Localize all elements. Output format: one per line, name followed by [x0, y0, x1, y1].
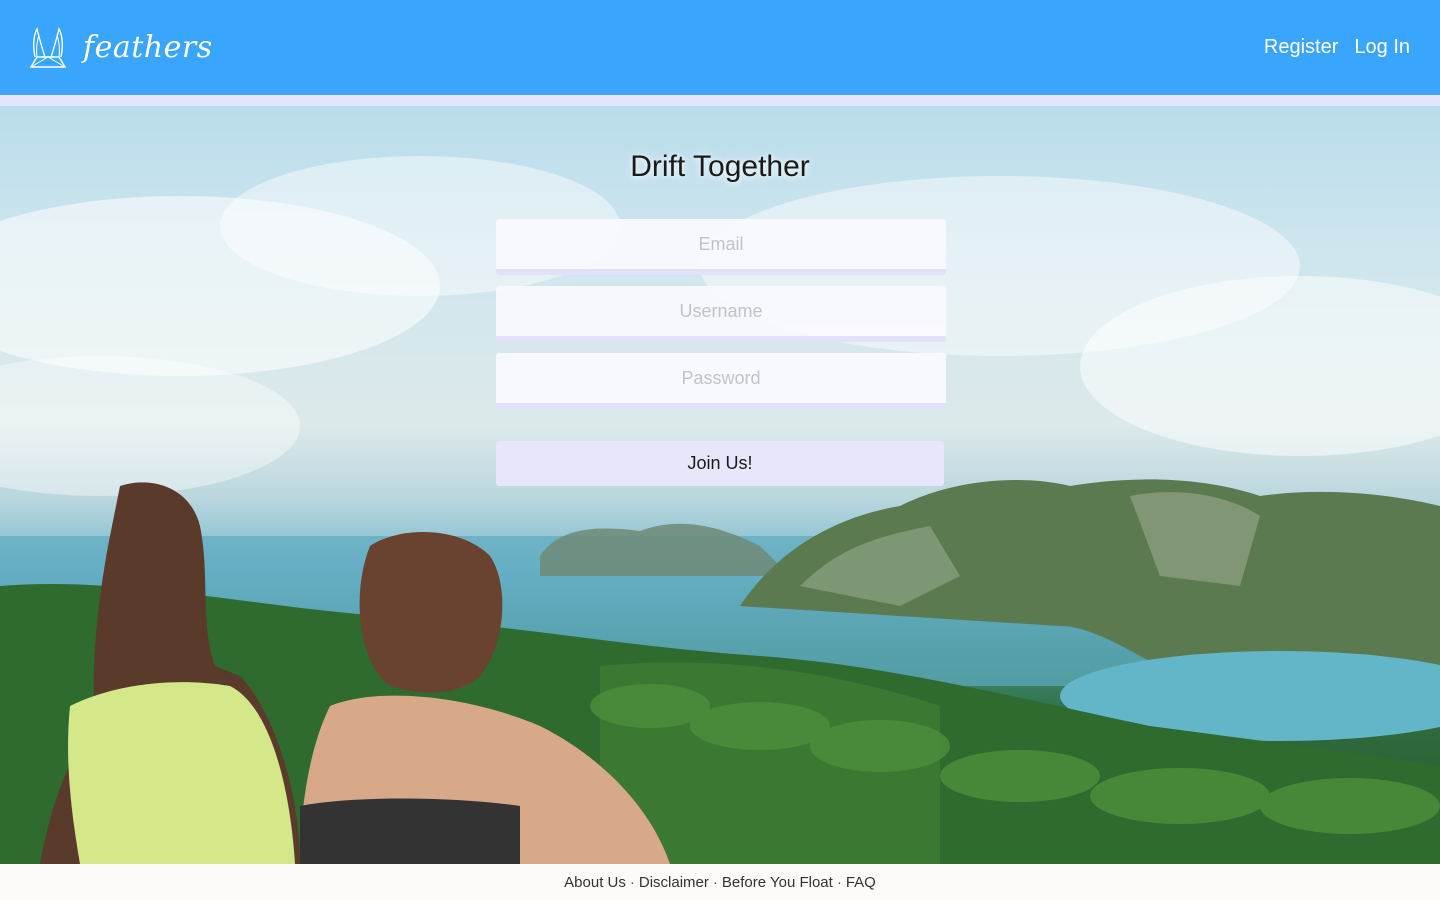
footer-link-faq[interactable]: FAQ — [846, 874, 876, 891]
email-input[interactable] — [496, 219, 946, 269]
footer-separator: · — [629, 873, 635, 891]
top-navbar: feathers Register Log In — [0, 0, 1440, 95]
main-nav: Register Log In — [1264, 36, 1410, 59]
username-field[interactable] — [496, 286, 946, 342]
footer: About Us · Disclaimer · Before You Float… — [0, 864, 1440, 900]
footer-link-disclaimer[interactable]: Disclaimer — [639, 874, 709, 891]
page-title: Drift Together — [630, 150, 810, 183]
password-input[interactable] — [496, 353, 946, 403]
join-us-button[interactable]: Join Us! — [496, 441, 944, 486]
footer-separator: · — [712, 873, 718, 891]
footer-link-before-you-float[interactable]: Before You Float — [722, 874, 833, 891]
login-link[interactable]: Log In — [1354, 36, 1410, 59]
header-divider — [0, 95, 1440, 106]
footer-link-about-us[interactable]: About Us — [564, 874, 626, 891]
feather-wings-icon — [29, 26, 67, 68]
brand-name: feathers — [83, 30, 213, 65]
password-field[interactable] — [496, 353, 946, 409]
username-input[interactable] — [496, 286, 946, 336]
email-field[interactable] — [496, 219, 946, 275]
register-link[interactable]: Register — [1264, 36, 1338, 59]
brand[interactable]: feathers — [27, 26, 213, 69]
footer-separator: · — [836, 873, 842, 891]
